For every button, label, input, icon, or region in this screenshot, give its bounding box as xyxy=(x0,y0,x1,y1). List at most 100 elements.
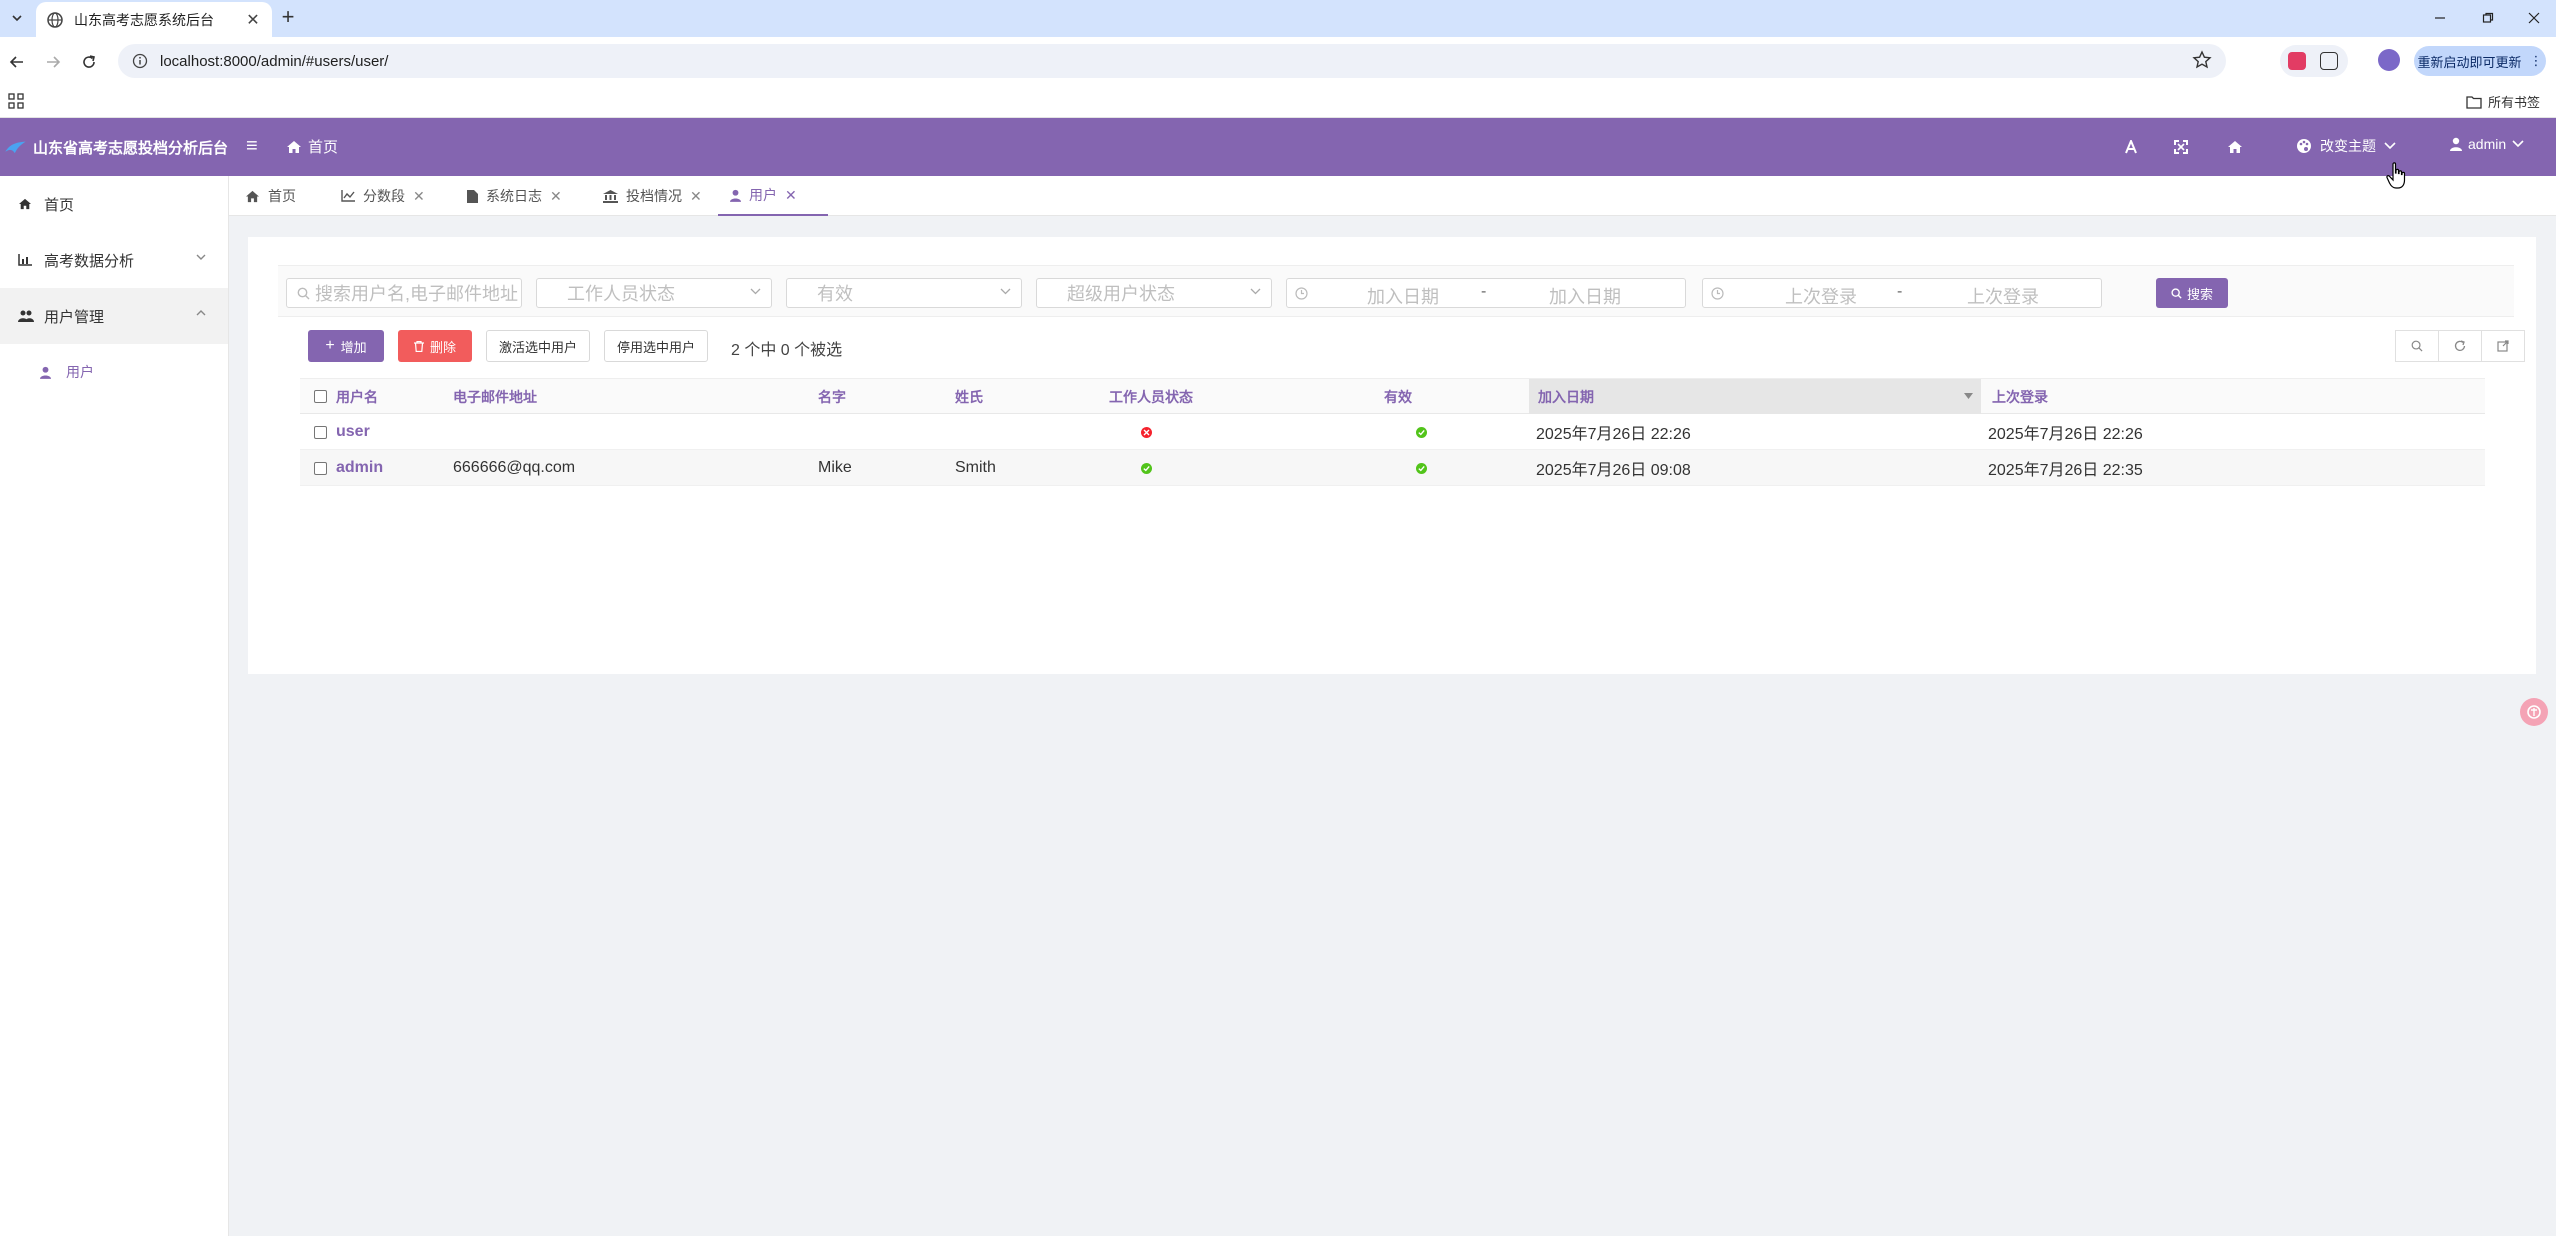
url-omnibox[interactable]: localhost:8000/admin/#users/user/ xyxy=(118,44,2226,78)
first-name-cell: Mike xyxy=(818,459,852,476)
tab-label: 分数段 xyxy=(363,188,405,204)
browser-tab-title: 山东高考志愿系统后台 xyxy=(74,11,214,28)
row-checkbox[interactable] xyxy=(314,450,327,486)
back-arrow-icon[interactable] xyxy=(4,49,30,75)
column-header-date-joined[interactable]: 加入日期 xyxy=(1529,379,1981,414)
tab-close-icon[interactable]: ✕ xyxy=(690,188,702,205)
tab-score-bands[interactable]: 分数段 ✕ xyxy=(329,176,437,216)
tab-admission[interactable]: 投档情况 ✕ xyxy=(591,176,714,216)
header-home-link[interactable]: 首页 xyxy=(286,136,338,157)
reload-icon[interactable] xyxy=(76,49,102,75)
user-menu[interactable]: admin xyxy=(2450,136,2524,152)
column-header-username[interactable]: 用户名 xyxy=(336,379,378,414)
tab-close-icon[interactable]: ✕ xyxy=(413,188,425,205)
home-shortcut-icon[interactable] xyxy=(2224,136,2246,158)
sidebar-item-label: 首页 xyxy=(44,196,75,214)
staff-status-select[interactable]: 工作人员状态 xyxy=(536,278,772,308)
last-login-cell: 2025年7月26日 22:35 xyxy=(1988,462,2143,479)
window-minimize-icon[interactable] xyxy=(2420,4,2460,32)
yes-icon xyxy=(1416,462,1427,474)
username-link[interactable]: user xyxy=(336,414,370,450)
profile-avatar-icon[interactable] xyxy=(2378,49,2400,71)
staff-status-placeholder: 工作人员状态 xyxy=(567,284,675,304)
update-label: 重新启动即可更新 xyxy=(2417,54,2522,70)
deactivate-users-button[interactable]: 停用选中用户 xyxy=(604,330,708,362)
date-joined-range[interactable]: 加入日期 - 加入日期 xyxy=(1286,278,1686,308)
tab-users[interactable]: 用户 ✕ xyxy=(718,176,828,216)
column-header-staff-status[interactable]: 工作人员状态 xyxy=(1109,379,1193,414)
site-info-icon[interactable] xyxy=(132,53,148,69)
apps-grid-icon[interactable] xyxy=(8,93,24,109)
last-login-range[interactable]: 上次登录 - 上次登录 xyxy=(1702,278,2102,308)
fullscreen-icon[interactable] xyxy=(2170,136,2192,158)
username-link[interactable]: admin xyxy=(336,450,383,486)
floating-assistant-icon[interactable] xyxy=(2520,698,2548,726)
page-tab-bar: 首页 分数段 ✕ 系统日志 ✕ 投档情况 ✕ 用户 ✕ xyxy=(229,176,2556,216)
sidebar-item-label: 用户管理 xyxy=(44,308,105,326)
active-select[interactable]: 有效 xyxy=(786,278,1022,308)
column-header-last-name[interactable]: 姓氏 xyxy=(955,379,983,414)
table-row: admin 666666@qq.com Mike Smith 2025年7月26… xyxy=(300,450,2485,486)
last-login-cell: 2025年7月26日 22:26 xyxy=(1988,426,2143,443)
sidebar-item-home[interactable]: 首页 xyxy=(0,176,228,232)
forward-arrow-icon[interactable] xyxy=(40,49,66,75)
update-chrome-button[interactable]: 重新启动即可更新 ⋮ xyxy=(2414,46,2546,76)
column-header-first-name[interactable]: 名字 xyxy=(818,379,846,414)
change-theme-menu[interactable]: 改变主题 xyxy=(2296,136,2396,156)
clock-icon xyxy=(1711,287,1724,300)
users-table: 用户名 电子邮件地址 名字 姓氏 工作人员状态 有效 加入日期 上次登录 use… xyxy=(300,378,2485,486)
sidebar-item-exam-analysis[interactable]: 高考数据分析 xyxy=(0,232,228,288)
email-cell: 666666@qq.com xyxy=(453,459,576,476)
sidebar: 首页 高考数据分析 用户管理 用户 xyxy=(0,176,229,1236)
tab-close-icon[interactable]: ✕ xyxy=(785,187,797,204)
refresh-icon[interactable] xyxy=(2438,330,2482,362)
sidebar-item-user-management[interactable]: 用户管理 xyxy=(0,288,228,344)
table-search-icon[interactable] xyxy=(2395,330,2439,362)
brand-logo-icon xyxy=(5,141,26,154)
chart-icon xyxy=(18,254,36,266)
date-joined-end: 加入日期 xyxy=(1549,287,1621,307)
tab-home[interactable]: 首页 xyxy=(233,176,308,216)
bookmark-star-icon[interactable] xyxy=(2192,50,2212,70)
tab-label: 系统日志 xyxy=(486,188,542,204)
tab-system-log[interactable]: 系统日志 ✕ xyxy=(455,176,574,216)
all-bookmarks-button[interactable]: 所有书签 xyxy=(2466,92,2540,111)
column-header-email[interactable]: 电子邮件地址 xyxy=(453,379,537,414)
window-restore-icon[interactable] xyxy=(2468,4,2508,32)
column-header-last-login[interactable]: 上次登录 xyxy=(1992,379,2048,414)
row-checkbox[interactable] xyxy=(314,414,327,450)
delete-button[interactable]: 删除 xyxy=(398,330,472,362)
brand[interactable]: 山东省高考志愿投档分析后台 xyxy=(0,118,228,176)
trash-icon xyxy=(413,340,424,352)
globe-icon xyxy=(47,11,63,28)
sidebar-toggle-hamburger-icon[interactable]: ≡ xyxy=(246,136,258,156)
sidebar-subitem-users[interactable]: 用户 xyxy=(0,344,228,400)
filter-bar: 搜索用户名,电子邮件地址 工作人员状态 有效 超级用户状态 加入日期 - 加入日… xyxy=(278,265,2514,317)
superuser-status-select[interactable]: 超级用户状态 xyxy=(1036,278,1272,308)
font-size-icon[interactable] xyxy=(2120,136,2142,158)
tab-label: 投档情况 xyxy=(626,188,682,204)
delete-button-label: 删除 xyxy=(429,339,456,355)
new-tab-plus-icon[interactable]: + xyxy=(276,6,300,30)
search-button[interactable]: 搜索 xyxy=(2156,278,2228,308)
extensions-puzzle-icon[interactable] xyxy=(2320,52,2338,70)
column-header-active[interactable]: 有效 xyxy=(1384,379,1412,414)
activate-users-button[interactable]: 激活选中用户 xyxy=(486,330,590,362)
column-header-date-joined-label: 加入日期 xyxy=(1538,388,1594,405)
select-all-checkbox[interactable] xyxy=(314,379,327,414)
translate-extension-icon[interactable] xyxy=(2288,52,2306,70)
tab-search-chevron-icon[interactable] xyxy=(6,7,28,29)
add-button[interactable]: + 增加 xyxy=(308,330,384,362)
tab-close-icon[interactable]: ✕ xyxy=(550,188,562,205)
clock-icon xyxy=(1295,287,1308,300)
window-close-icon[interactable] xyxy=(2514,4,2554,32)
last-name-cell: Smith xyxy=(955,459,996,476)
yes-icon xyxy=(1416,426,1427,438)
user-icon xyxy=(2450,137,2462,151)
browser-tab-close-icon[interactable]: ✕ xyxy=(244,10,262,30)
browser-tab[interactable]: 山东高考志愿系统后台 ✕ xyxy=(36,2,272,37)
export-icon[interactable] xyxy=(2481,330,2525,362)
tab-label: 用户 xyxy=(749,187,777,203)
search-icon xyxy=(2171,287,2182,299)
search-input[interactable]: 搜索用户名,电子邮件地址 xyxy=(286,278,522,308)
